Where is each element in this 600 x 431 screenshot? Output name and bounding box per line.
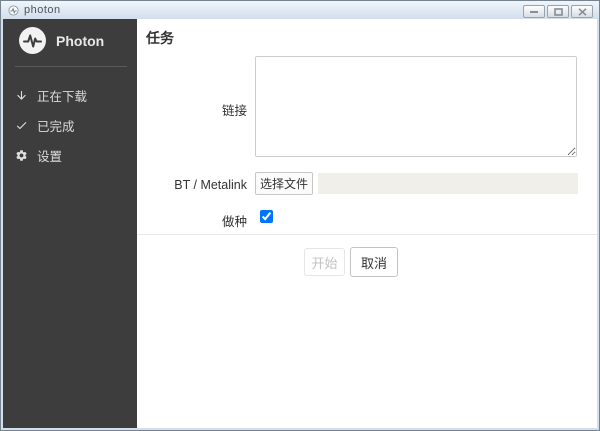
photon-logo-icon xyxy=(19,27,46,54)
window-title: photon xyxy=(24,4,61,16)
maximize-icon xyxy=(553,7,563,16)
link-input[interactable] xyxy=(255,56,577,157)
sidebar-item-label: 正在下载 xyxy=(37,89,88,104)
window-app-icon xyxy=(8,4,19,16)
sidebar-divider xyxy=(15,66,127,67)
minimize-button[interactable] xyxy=(523,5,545,18)
app-window: photon Photon 正在下载 已完成 设置 任务 链接 BT / Met… xyxy=(0,0,600,431)
maximize-button[interactable] xyxy=(547,5,569,18)
sidebar-item-label: 已完成 xyxy=(37,119,75,134)
section-divider xyxy=(137,234,597,235)
close-button[interactable] xyxy=(571,5,593,18)
selected-file-field[interactable] xyxy=(318,173,578,194)
sidebar: Photon 正在下载 已完成 设置 xyxy=(3,19,137,428)
seed-checkbox[interactable] xyxy=(260,210,273,223)
sidebar-item-settings[interactable]: 设置 xyxy=(3,140,137,170)
gear-icon xyxy=(16,149,27,161)
start-button[interactable]: 开始 xyxy=(304,248,345,276)
choose-file-button[interactable]: 选择文件 xyxy=(255,172,313,195)
client-area: Photon 正在下载 已完成 设置 任务 链接 BT / Metalink 选… xyxy=(3,19,597,428)
sidebar-item-completed[interactable]: 已完成 xyxy=(3,110,137,140)
seed-label: 做种 xyxy=(221,215,247,229)
sidebar-item-downloading[interactable]: 正在下载 xyxy=(3,80,137,110)
close-icon xyxy=(577,7,587,16)
logo-row: Photon xyxy=(19,27,104,54)
check-icon xyxy=(16,121,27,129)
cancel-button[interactable]: 取消 xyxy=(350,247,398,277)
window-controls xyxy=(523,5,593,18)
link-label: 链接 xyxy=(221,104,247,118)
page-title: 任务 xyxy=(146,30,174,46)
titlebar[interactable]: photon xyxy=(1,1,599,19)
sidebar-nav: 正在下载 已完成 设置 xyxy=(3,80,137,170)
sidebar-item-label: 设置 xyxy=(37,149,63,164)
download-arrow-icon xyxy=(17,90,26,100)
minimize-icon xyxy=(530,11,538,13)
bt-metalink-label: BT / Metalink xyxy=(174,178,247,192)
main-content: 任务 链接 BT / Metalink 选择文件 做种 开始 取消 xyxy=(137,19,597,428)
app-name: Photon xyxy=(56,32,105,49)
